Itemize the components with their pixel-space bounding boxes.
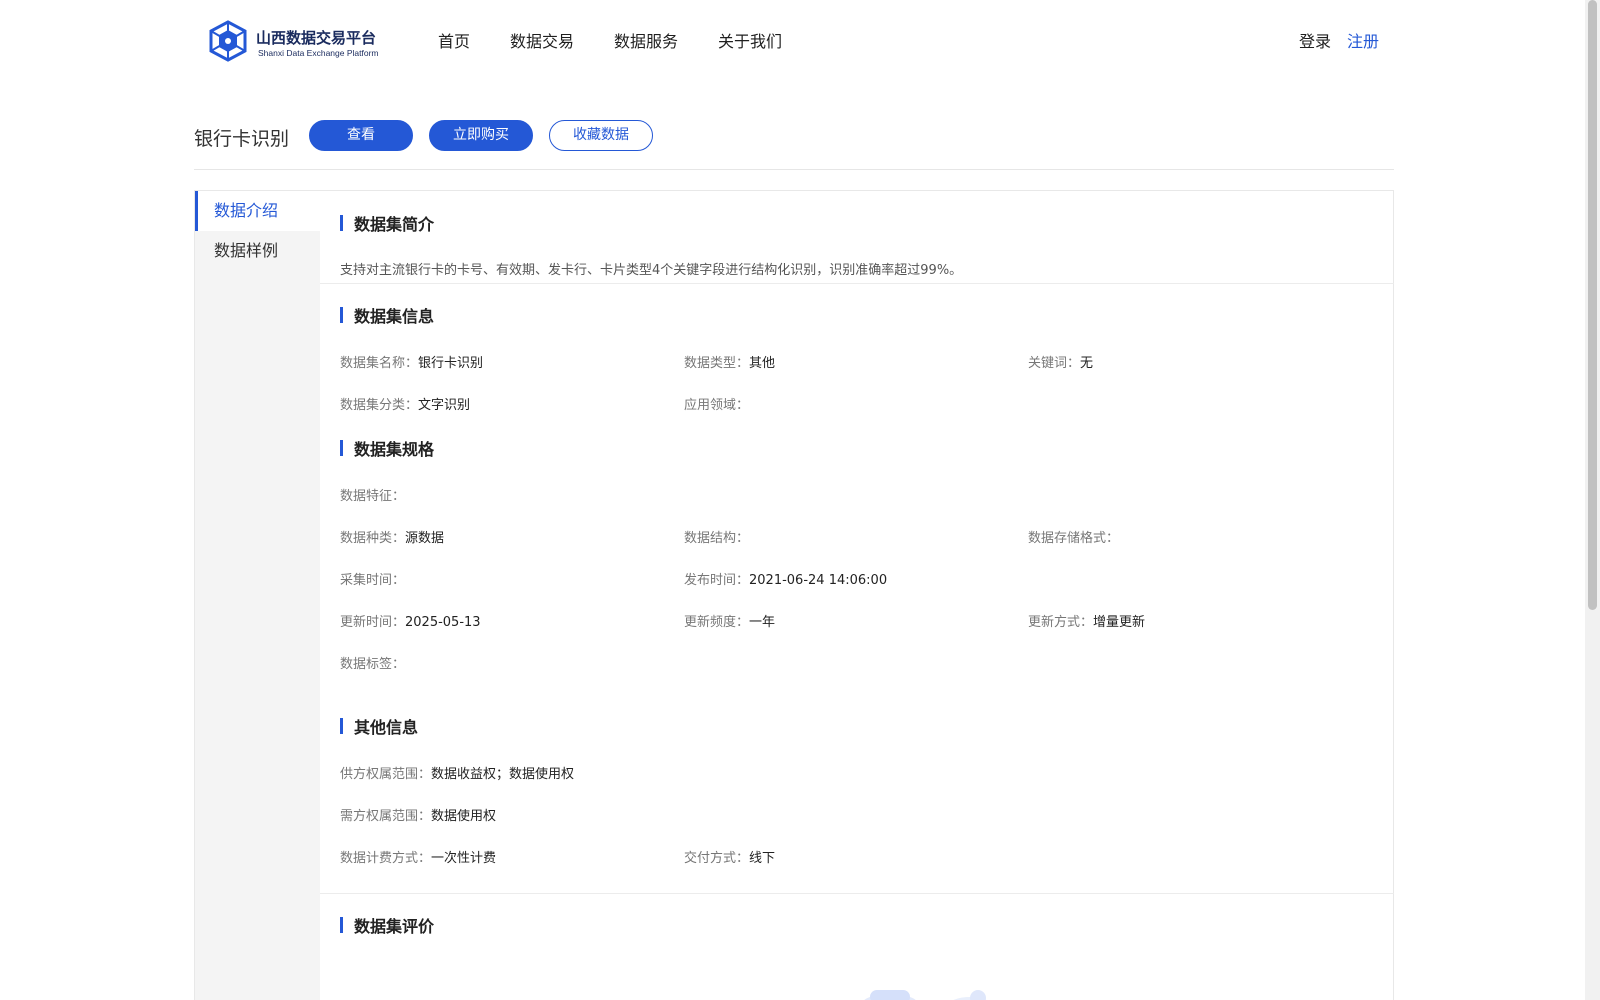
field-data-feature: 数据特征： xyxy=(340,485,405,504)
field-keyword: 关键词：无 xyxy=(1028,352,1093,371)
field-label: 数据集分类： xyxy=(340,398,419,413)
field-label: 发布时间： xyxy=(684,573,750,588)
field-value: 源数据 xyxy=(405,531,445,546)
field-supply-rights: 供方权属范围：数据收益权；数据使用权 xyxy=(340,763,574,782)
field-collect-time: 采集时间： xyxy=(340,569,405,588)
field-data-type: 数据类型：其他 xyxy=(684,352,775,371)
nav-home[interactable]: 首页 xyxy=(438,28,470,52)
auth-links: 登录 注册 xyxy=(1299,28,1379,52)
field-billing-method: 数据计费方式：一次性计费 xyxy=(340,847,496,866)
field-dataset-name: 数据集名称：银行卡识别 xyxy=(340,352,483,371)
intro-description: 支持对主流银行卡的卡号、有效期、发卡行、卡片类型4个关键字段进行结构化识别，识别… xyxy=(340,263,963,278)
logo-title: 山西数据交易平台 xyxy=(256,29,377,47)
field-label: 应用领域： xyxy=(684,398,750,413)
nav-about-us[interactable]: 关于我们 xyxy=(718,28,782,52)
empty-state-illustration-icon xyxy=(864,990,987,1000)
field-label: 数据标签： xyxy=(340,657,406,672)
divider xyxy=(320,283,1394,284)
field-label: 更新时间： xyxy=(340,615,406,630)
field-update-time: 更新时间：2025-05-13 xyxy=(340,611,481,630)
page-scrollbar[interactable] xyxy=(1585,0,1600,1000)
nav-data-trade[interactable]: 数据交易 xyxy=(510,28,574,52)
logo-hexagon-icon xyxy=(209,20,247,62)
login-link[interactable]: 登录 xyxy=(1299,28,1331,52)
field-label: 更新频度： xyxy=(684,615,750,630)
field-label: 数据类型： xyxy=(684,356,750,371)
field-delivery-method: 交付方式：线下 xyxy=(684,847,775,866)
logo-subtitle: Shanxi Data Exchange Platform xyxy=(258,48,379,58)
section-heading-spec: 数据集规格 xyxy=(340,436,434,460)
field-label: 数据特征： xyxy=(340,489,406,504)
field-value: 线下 xyxy=(749,851,776,866)
field-label: 更新方式： xyxy=(1028,615,1094,630)
field-value: 一年 xyxy=(749,615,776,630)
page-title: 银行卡识别 xyxy=(194,128,290,150)
buy-now-button[interactable]: 立即购买 xyxy=(429,120,533,151)
field-label: 数据结构： xyxy=(684,531,750,546)
field-label: 需方权属范围： xyxy=(340,809,432,824)
section-heading-other: 其他信息 xyxy=(340,714,418,738)
sidebar-item-data-intro[interactable]: 数据介绍 xyxy=(195,191,320,231)
field-value: 2021-06-24 14:06:00 xyxy=(749,573,888,588)
field-value: 一次性计费 xyxy=(431,851,497,866)
field-value: 银行卡识别 xyxy=(418,356,484,371)
detail-main: 数据集简介 支持对主流银行卡的卡号、有效期、发卡行、卡片类型4个关键字段进行结构… xyxy=(320,191,1394,1000)
field-dataset-category: 数据集分类：文字识别 xyxy=(340,394,470,413)
field-update-method: 更新方式：增量更新 xyxy=(1028,611,1145,630)
register-link[interactable]: 注册 xyxy=(1347,28,1379,52)
field-value: 其他 xyxy=(749,356,776,371)
field-demand-rights: 需方权属范围：数据使用权 xyxy=(340,805,496,824)
nav-data-service[interactable]: 数据服务 xyxy=(614,28,678,52)
field-data-kind: 数据种类：源数据 xyxy=(340,527,444,546)
field-label: 关键词： xyxy=(1028,356,1081,371)
product-titlebar: 银行卡识别 查看 立即购买 收藏数据 xyxy=(194,118,1394,170)
view-button[interactable]: 查看 xyxy=(309,120,413,151)
field-storage-format: 数据存储格式： xyxy=(1028,527,1119,546)
field-label: 数据计费方式： xyxy=(340,851,432,866)
detail-panel: 数据介绍 数据样例 数据集简介 支持对主流银行卡的卡号、有效期、发卡行、卡片类型… xyxy=(194,190,1394,1000)
field-value: 无 xyxy=(1080,356,1094,371)
field-label: 供方权属范围： xyxy=(340,767,432,782)
field-value: 2025-05-13 xyxy=(405,615,481,630)
site-logo[interactable]: 山西数据交易平台 Shanxi Data Exchange Platform xyxy=(208,20,378,64)
section-heading-intro: 数据集简介 xyxy=(340,211,434,235)
top-header: 山西数据交易平台 Shanxi Data Exchange Platform 首… xyxy=(0,0,1585,80)
field-value: 文字识别 xyxy=(418,398,471,413)
sidebar: 数据介绍 数据样例 xyxy=(195,191,320,1000)
field-data-structure: 数据结构： xyxy=(684,527,749,546)
field-label: 数据种类： xyxy=(340,531,406,546)
favorite-button[interactable]: 收藏数据 xyxy=(549,120,653,151)
field-label: 数据存储格式： xyxy=(1028,531,1120,546)
field-label: 数据集名称： xyxy=(340,356,419,371)
field-label: 采集时间： xyxy=(340,573,406,588)
section-heading-info: 数据集信息 xyxy=(340,303,434,327)
scrollbar-thumb[interactable] xyxy=(1588,0,1597,610)
field-data-tags: 数据标签： xyxy=(340,653,405,672)
field-value: 增量更新 xyxy=(1093,615,1146,630)
field-value: 数据使用权 xyxy=(431,809,497,824)
field-update-frequency: 更新频度：一年 xyxy=(684,611,775,630)
field-label: 交付方式： xyxy=(684,851,750,866)
main-nav: 首页 数据交易 数据服务 关于我们 xyxy=(438,28,822,52)
field-application-domain: 应用领域： xyxy=(684,394,749,413)
field-value: 数据收益权；数据使用权 xyxy=(431,767,575,782)
field-publish-time: 发布时间：2021-06-24 14:06:00 xyxy=(684,569,887,588)
sidebar-item-data-sample[interactable]: 数据样例 xyxy=(195,231,320,271)
section-heading-evaluation: 数据集评价 xyxy=(340,913,434,937)
divider xyxy=(320,893,1394,894)
